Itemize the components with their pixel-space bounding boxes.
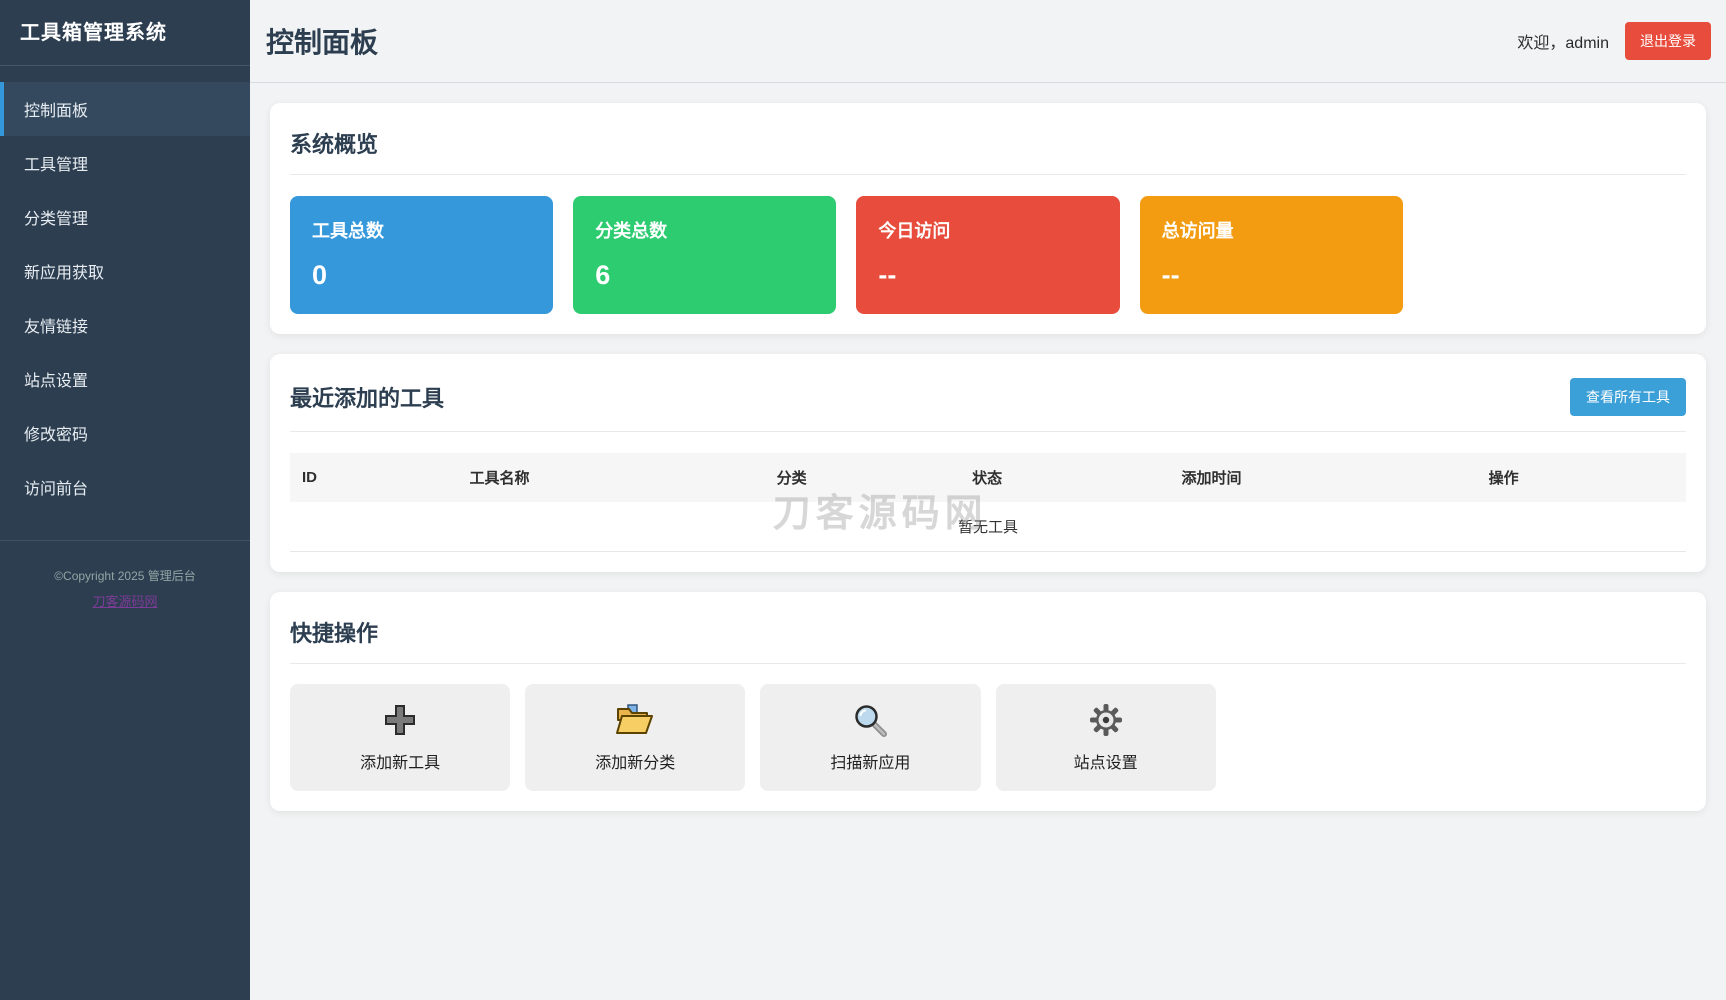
quick-action-add-category[interactable]: 添加新分类	[525, 684, 746, 791]
quick-actions-grid: 添加新工具 添加新分类 扫描新应用 站点设置	[290, 684, 1686, 791]
sidebar: 工具箱管理系统 控制面板 工具管理 分类管理 新应用获取 友情链接 站点设置 修…	[0, 0, 250, 1000]
app-window: 工具箱管理系统 控制面板 工具管理 分类管理 新应用获取 友情链接 站点设置 修…	[0, 0, 1726, 1000]
sidebar-item-change-password[interactable]: 修改密码	[0, 406, 250, 460]
sidebar-item-dashboard[interactable]: 控制面板	[0, 82, 250, 136]
sidebar-item-tools[interactable]: 工具管理	[0, 136, 250, 190]
stat-card-total-visits: 总访问量 --	[1139, 196, 1403, 314]
logout-button[interactable]: 退出登录	[1625, 22, 1711, 60]
quick-action-add-tool[interactable]: 添加新工具	[290, 684, 511, 791]
sidebar-item-friend-links[interactable]: 友情链接	[0, 298, 250, 352]
column-header-status: 状态	[960, 453, 1170, 502]
stat-card-today-visits: 今日访问 --	[856, 196, 1120, 314]
topbar: 控制面板 欢迎，admin 退出登录	[250, 0, 1726, 83]
table-header-row: ID 工具名称 分类 状态 添加时间 操作	[290, 453, 1686, 502]
recent-tools-title: 最近添加的工具	[290, 386, 445, 411]
search-icon	[770, 701, 970, 739]
sidebar-item-site-settings[interactable]: 站点设置	[0, 352, 250, 406]
empty-state-text: 暂无工具	[290, 502, 1686, 552]
quick-action-label: 站点设置	[1073, 755, 1138, 772]
stat-label: 工具总数	[312, 221, 384, 241]
folder-icon	[535, 701, 735, 739]
plus-icon	[300, 701, 500, 739]
quick-action-scan-apps[interactable]: 扫描新应用	[760, 684, 981, 791]
copyright-text: ©Copyright 2025 管理后台	[54, 569, 196, 583]
panel-recent-tools: 最近添加的工具 查看所有工具 ID 工具名称 分类 状态 添加时间 操作 暂无工…	[270, 354, 1706, 572]
panel-quick-actions: 快捷操作 添加新工具 添加新分类 扫描新应用 站点设置	[270, 592, 1706, 811]
page-title: 控制面板	[266, 27, 379, 58]
sidebar-nav: 控制面板 工具管理 分类管理 新应用获取 友情链接 站点设置 修改密码 访问前台	[0, 82, 250, 514]
footer-link[interactable]: 刀客源码网	[92, 591, 157, 610]
overview-panel-head: 系统概览	[290, 123, 1686, 175]
stats-grid: 工具总数 0 分类总数 6 今日访问 -- 总访问量 --	[290, 196, 1686, 314]
stat-value: --	[1161, 260, 1180, 290]
stat-card-total-tools: 工具总数 0	[290, 196, 554, 314]
stat-value: 0	[312, 260, 328, 290]
stat-label: 分类总数	[595, 221, 668, 241]
sidebar-item-new-apps[interactable]: 新应用获取	[0, 244, 250, 298]
column-header-actions: 操作	[1476, 453, 1686, 502]
recent-tools-panel-head: 最近添加的工具 查看所有工具	[290, 374, 1686, 432]
main-area: 控制面板 欢迎，admin 退出登录 系统概览 工具总数 0 分类总数 6 今日…	[250, 0, 1726, 1000]
view-all-tools-button[interactable]: 查看所有工具	[1570, 378, 1686, 416]
quick-action-label: 添加新工具	[360, 755, 441, 772]
content: 系统概览 工具总数 0 分类总数 6 今日访问 -- 总访问量 -- 最近添加的…	[250, 83, 1726, 811]
recent-tools-table: ID 工具名称 分类 状态 添加时间 操作 暂无工具	[290, 453, 1686, 552]
quick-action-label: 添加新分类	[595, 755, 676, 772]
panel-system-overview: 系统概览 工具总数 0 分类总数 6 今日访问 -- 总访问量 --	[270, 103, 1706, 334]
stat-card-total-categories: 分类总数 6	[573, 196, 837, 314]
stat-value: 6	[595, 260, 611, 290]
gear-icon	[1006, 701, 1206, 739]
sidebar-item-visit-frontend[interactable]: 访问前台	[0, 460, 250, 514]
quick-actions-panel-head: 快捷操作	[290, 612, 1686, 664]
stat-label: 总访问量	[1161, 221, 1234, 241]
quick-action-label: 扫描新应用	[830, 755, 911, 772]
stat-label: 今日访问	[878, 221, 951, 241]
app-title: 工具箱管理系统	[0, 0, 250, 66]
stat-value: --	[878, 260, 897, 290]
sidebar-item-categories[interactable]: 分类管理	[0, 190, 250, 244]
quick-action-site-settings[interactable]: 站点设置	[995, 684, 1216, 791]
column-header-id: ID	[290, 453, 458, 502]
welcome-text: 欢迎，admin	[1517, 35, 1609, 52]
topbar-right: 欢迎，admin 退出登录	[1517, 22, 1711, 60]
overview-title: 系统概览	[290, 132, 379, 157]
column-header-category: 分类	[764, 453, 961, 502]
column-header-added: 添加时间	[1169, 453, 1477, 502]
quick-actions-title: 快捷操作	[290, 621, 379, 646]
column-header-name: 工具名称	[457, 453, 765, 502]
sidebar-footer: ©Copyright 2025 管理后台 刀客源码网	[0, 540, 250, 610]
empty-row: 暂无工具	[290, 502, 1686, 552]
